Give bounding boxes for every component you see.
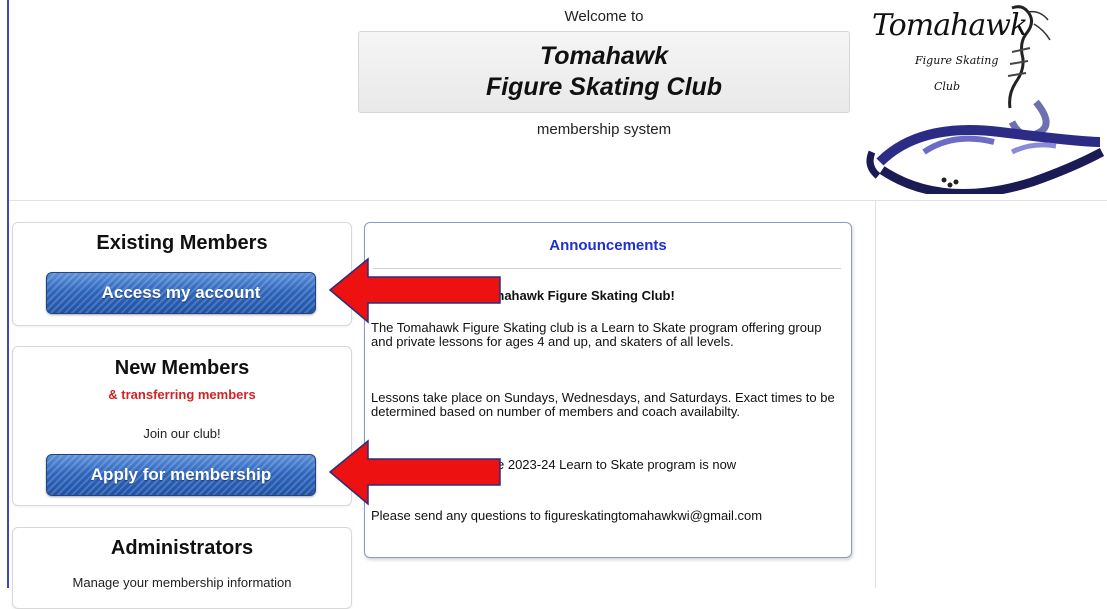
red-arrow-access-icon [328,257,501,324]
logo-line3: Club [934,80,961,93]
existing-members-heading: Existing Members [96,232,268,254]
welcome-text: Welcome to [564,8,644,25]
join-club-text: Join our club! [143,426,221,441]
access-account-button[interactable]: Access my account [46,272,316,314]
announcements-title: Announcements [549,237,667,254]
membership-system-subtitle: membership system [536,121,672,138]
logo-word: Tomahawk [872,8,1028,43]
new-members-heading: New Members [114,357,250,379]
announcement-paragraph-2: Lessons take place on Sundays, Wednesday… [371,390,835,419]
club-title-box: Tomahawk Figure Skating Club [358,31,850,113]
left-border [7,0,9,588]
apply-membership-button[interactable]: Apply for membership [46,454,316,496]
administrators-heading: Administrators [110,537,254,559]
club-title-line1: Tomahawk [539,42,669,70]
logo-line2: Figure Skating [915,54,999,67]
red-arrow-apply-icon [328,439,501,506]
header-divider [9,200,1107,201]
transferring-members-subheading: & transferring members [108,387,256,402]
administrators-panel: Administrators [12,527,352,609]
announcement-contact: Please send any questions to figureskati… [371,508,763,523]
right-divider [875,200,876,588]
club-title-line2: Figure Skating Club [485,73,723,101]
